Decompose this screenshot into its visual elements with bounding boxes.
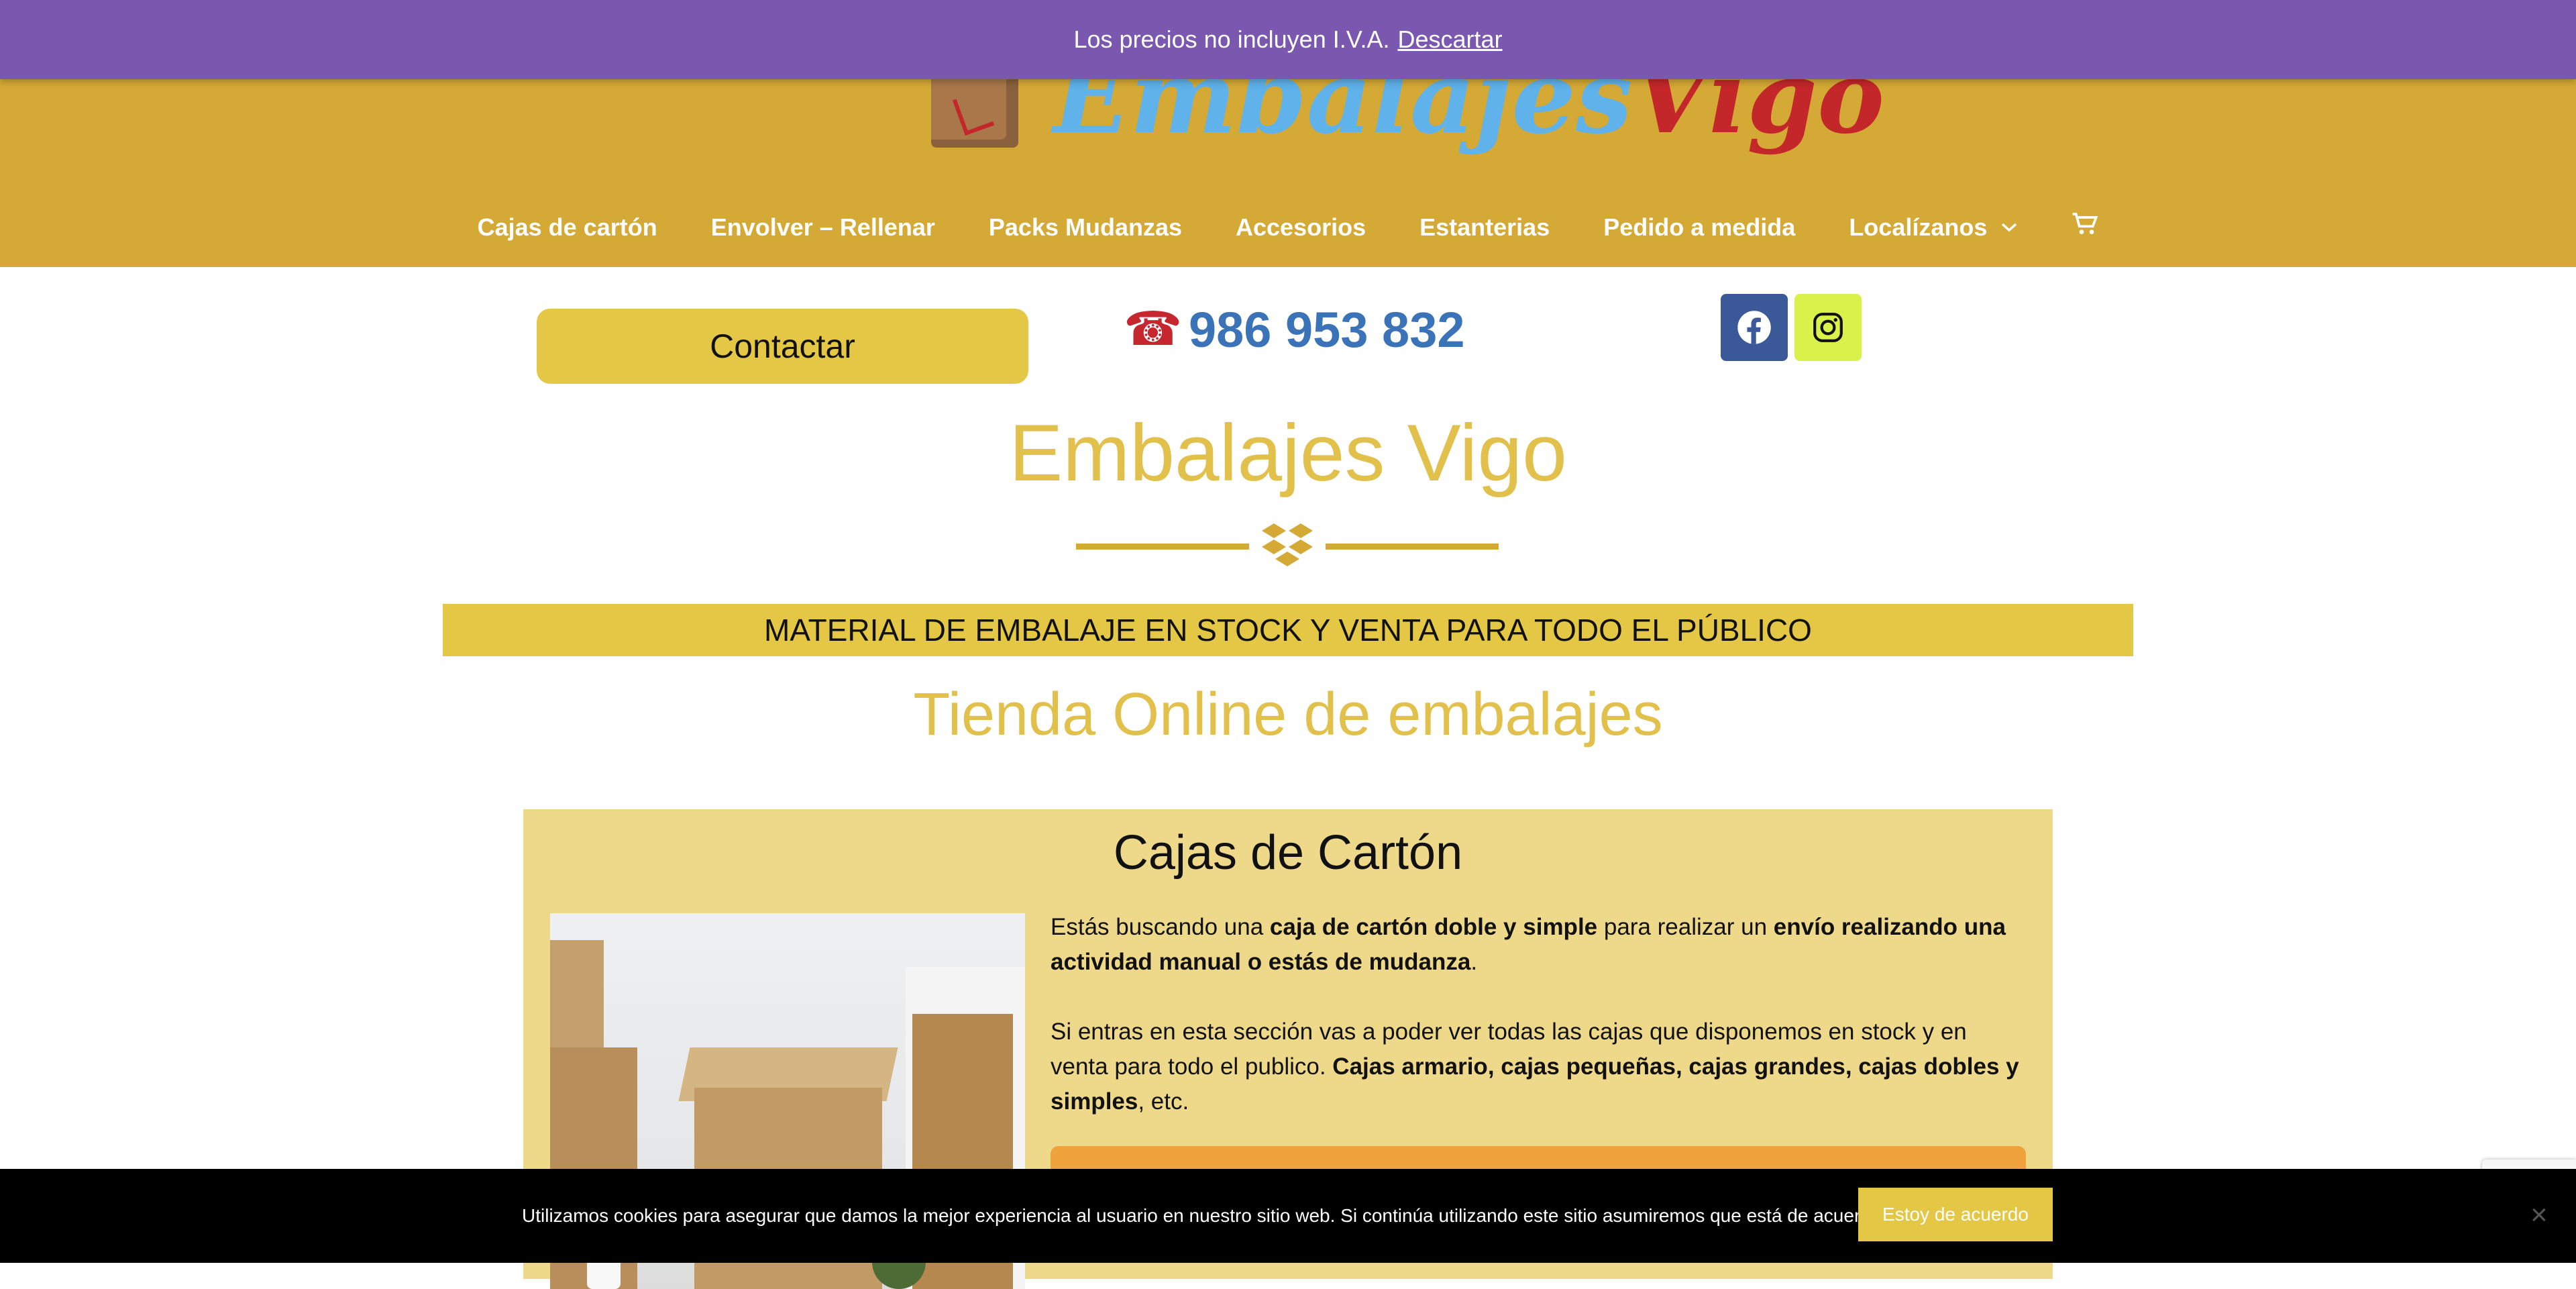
nav-item-label: Pedido a medida <box>1603 213 1796 241</box>
telephone-icon: ☎ <box>1124 303 1183 355</box>
vat-notice-bar: Los precios no incluyen I.V.A. Descartar <box>0 0 2576 79</box>
dismiss-link[interactable]: Descartar <box>1397 25 1502 54</box>
text-span: , etc. <box>1138 1088 1189 1115</box>
notice-text: Los precios no incluyen I.V.A. <box>1073 25 1390 53</box>
page-title: Embalajes Vigo <box>1009 408 1567 498</box>
title-divider <box>1076 522 1499 569</box>
facebook-icon[interactable] <box>1721 294 1788 361</box>
description-paragraph: Estás buscando una caja de cartón doble … <box>1051 910 2030 980</box>
nav-item-estanterias[interactable]: Estanterias <box>1393 213 1576 242</box>
card-description: Estás buscando una caja de cartón doble … <box>1051 910 2030 1154</box>
description-paragraph: Si entras en esta sección vas a poder ve… <box>1051 1015 2030 1119</box>
shop-title: Tienda Online de embalajes <box>913 681 1663 748</box>
cart-glyph-icon <box>2073 213 2098 234</box>
box-stack-icon <box>1262 523 1313 566</box>
nav-item-accesorios[interactable]: Accesorios <box>1209 213 1393 242</box>
divider-line-right <box>1326 544 1499 550</box>
instagram-icon[interactable] <box>1794 294 1862 361</box>
card-title: Cajas de Cartón <box>1113 826 1463 880</box>
nav-item-label: Localízanos <box>1849 213 1988 241</box>
text-span: . <box>1470 949 1478 975</box>
nav-item-packs-mudanzas[interactable]: Packs Mudanzas <box>962 213 1209 242</box>
nav-item-pedido-a-medida[interactable]: Pedido a medida <box>1576 213 1822 242</box>
text-span: para realizar un <box>1597 914 1774 940</box>
nav-item-envolver-rellenar[interactable]: Envolver – Rellenar <box>684 213 962 242</box>
close-icon[interactable]: × <box>2530 1198 2548 1232</box>
facebook-glyph-icon <box>1737 311 1771 344</box>
chevron-down-icon <box>2002 223 2017 232</box>
nav-item-label: Estanterias <box>1419 213 1550 241</box>
cookie-consent-bar: Utilizamos cookies para asegurar que dam… <box>0 1169 2576 1263</box>
cookie-accept-button[interactable]: Estoy de acuerdo <box>1858 1188 2053 1241</box>
nav-item-localizanos[interactable]: Localízanos <box>1822 213 2045 242</box>
nav-item-label: Envolver – Rellenar <box>710 213 935 241</box>
cookie-text: Utilizamos cookies para asegurar que dam… <box>522 1205 1887 1226</box>
phone-number[interactable]: 986 953 832 <box>1189 302 1465 358</box>
contact-button[interactable]: Contactar <box>537 309 1028 384</box>
nav-item-label: Packs Mudanzas <box>988 213 1183 241</box>
divider-line-left <box>1076 544 1249 550</box>
main-nav: Cajas de cartón Envolver – Rellenar Pack… <box>0 201 2576 254</box>
instagram-glyph-icon <box>1813 313 1843 342</box>
nav-item-label: Cajas de cartón <box>477 213 657 241</box>
nav-item-label: Accesorios <box>1236 213 1366 241</box>
text-bold: caja de cartón doble y simple <box>1269 914 1598 940</box>
stock-banner: MATERIAL DE EMBALAJE EN STOCK Y VENTA PA… <box>443 604 2133 656</box>
nav-item-cajas-de-carton[interactable]: Cajas de cartón <box>451 213 684 242</box>
cart-icon[interactable] <box>2045 211 2125 244</box>
text-span: Estás buscando una <box>1051 914 1270 940</box>
